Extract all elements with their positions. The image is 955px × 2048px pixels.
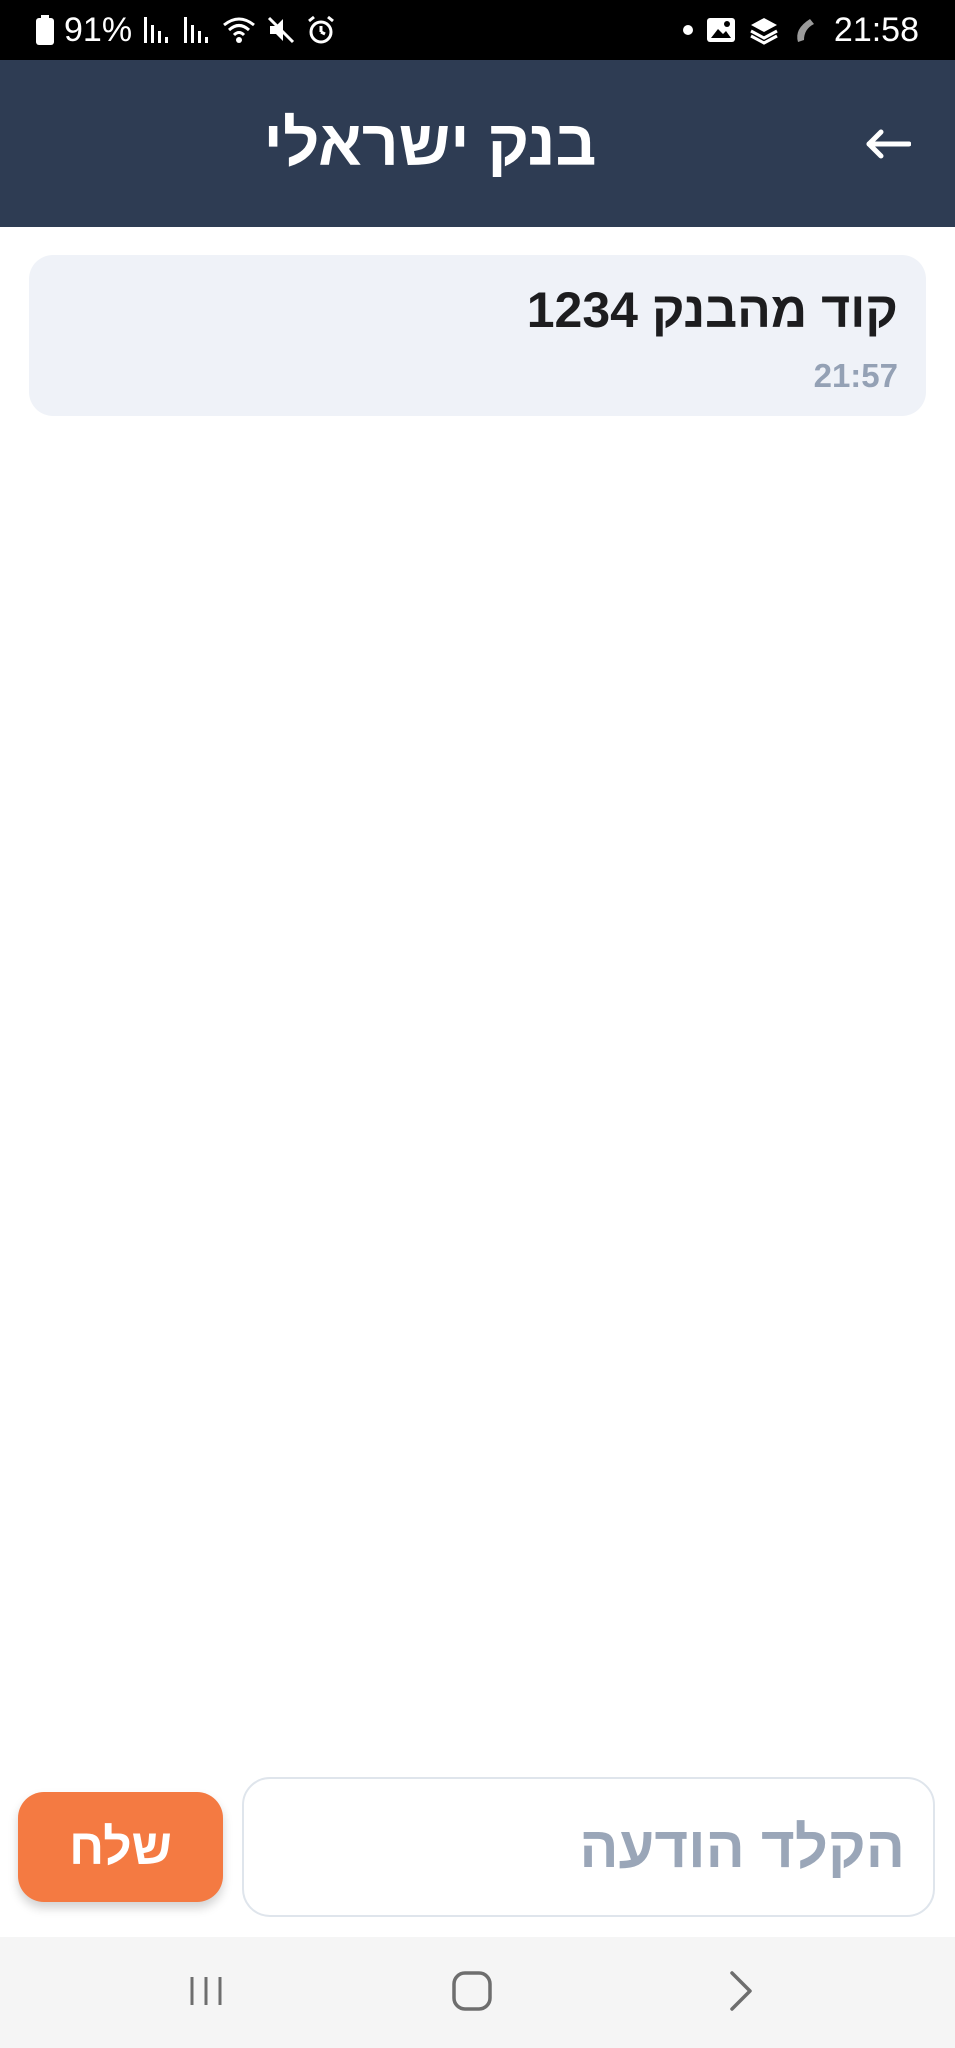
system-nav-bar bbox=[0, 1937, 955, 2048]
wifi-icon bbox=[222, 0, 256, 60]
phone-icon bbox=[792, 0, 822, 60]
message-bubble[interactable]: קוד מהבנק 1234 21:57 bbox=[29, 255, 926, 416]
message-composer: שלח bbox=[0, 1767, 955, 1937]
signal-icon bbox=[142, 0, 172, 60]
messages-list[interactable]: קוד מהבנק 1234 21:57 bbox=[0, 227, 955, 1767]
arrow-left-icon bbox=[863, 128, 912, 165]
status-bar: 91% 21:58 bbox=[0, 0, 955, 60]
back-icon bbox=[720, 1969, 760, 2018]
signal-icon-2 bbox=[182, 0, 212, 60]
message-input[interactable] bbox=[242, 1777, 935, 1917]
status-bar-right: 21:58 bbox=[682, 0, 919, 60]
alarm-icon bbox=[306, 0, 336, 60]
message-text: קוד מהבנק 1234 bbox=[526, 282, 898, 338]
recents-icon bbox=[186, 1971, 226, 2016]
gallery-icon bbox=[706, 0, 736, 60]
chat-header: בנק ישראלי bbox=[0, 60, 955, 227]
recents-button[interactable] bbox=[166, 1955, 246, 2031]
page-title: בנק ישראלי bbox=[263, 107, 597, 179]
system-back-button[interactable] bbox=[700, 1955, 780, 2031]
layers-icon bbox=[748, 0, 780, 60]
battery-icon bbox=[36, 0, 54, 60]
status-bar-left: 91% bbox=[36, 0, 336, 60]
battery-percentage: 91% bbox=[64, 11, 133, 49]
back-button[interactable] bbox=[859, 118, 915, 174]
home-icon bbox=[450, 1969, 494, 2018]
mute-icon bbox=[266, 0, 296, 60]
status-time: 21:58 bbox=[833, 11, 919, 49]
notification-dot-icon bbox=[682, 0, 694, 60]
chat-screen: 91% 21:58 בנק ישראלי קוד מהבנק 1234 21:5… bbox=[0, 0, 955, 2048]
home-button[interactable] bbox=[432, 1955, 512, 2031]
message-timestamp: 21:57 bbox=[813, 357, 898, 394]
send-button[interactable]: שלח bbox=[18, 1792, 223, 1902]
